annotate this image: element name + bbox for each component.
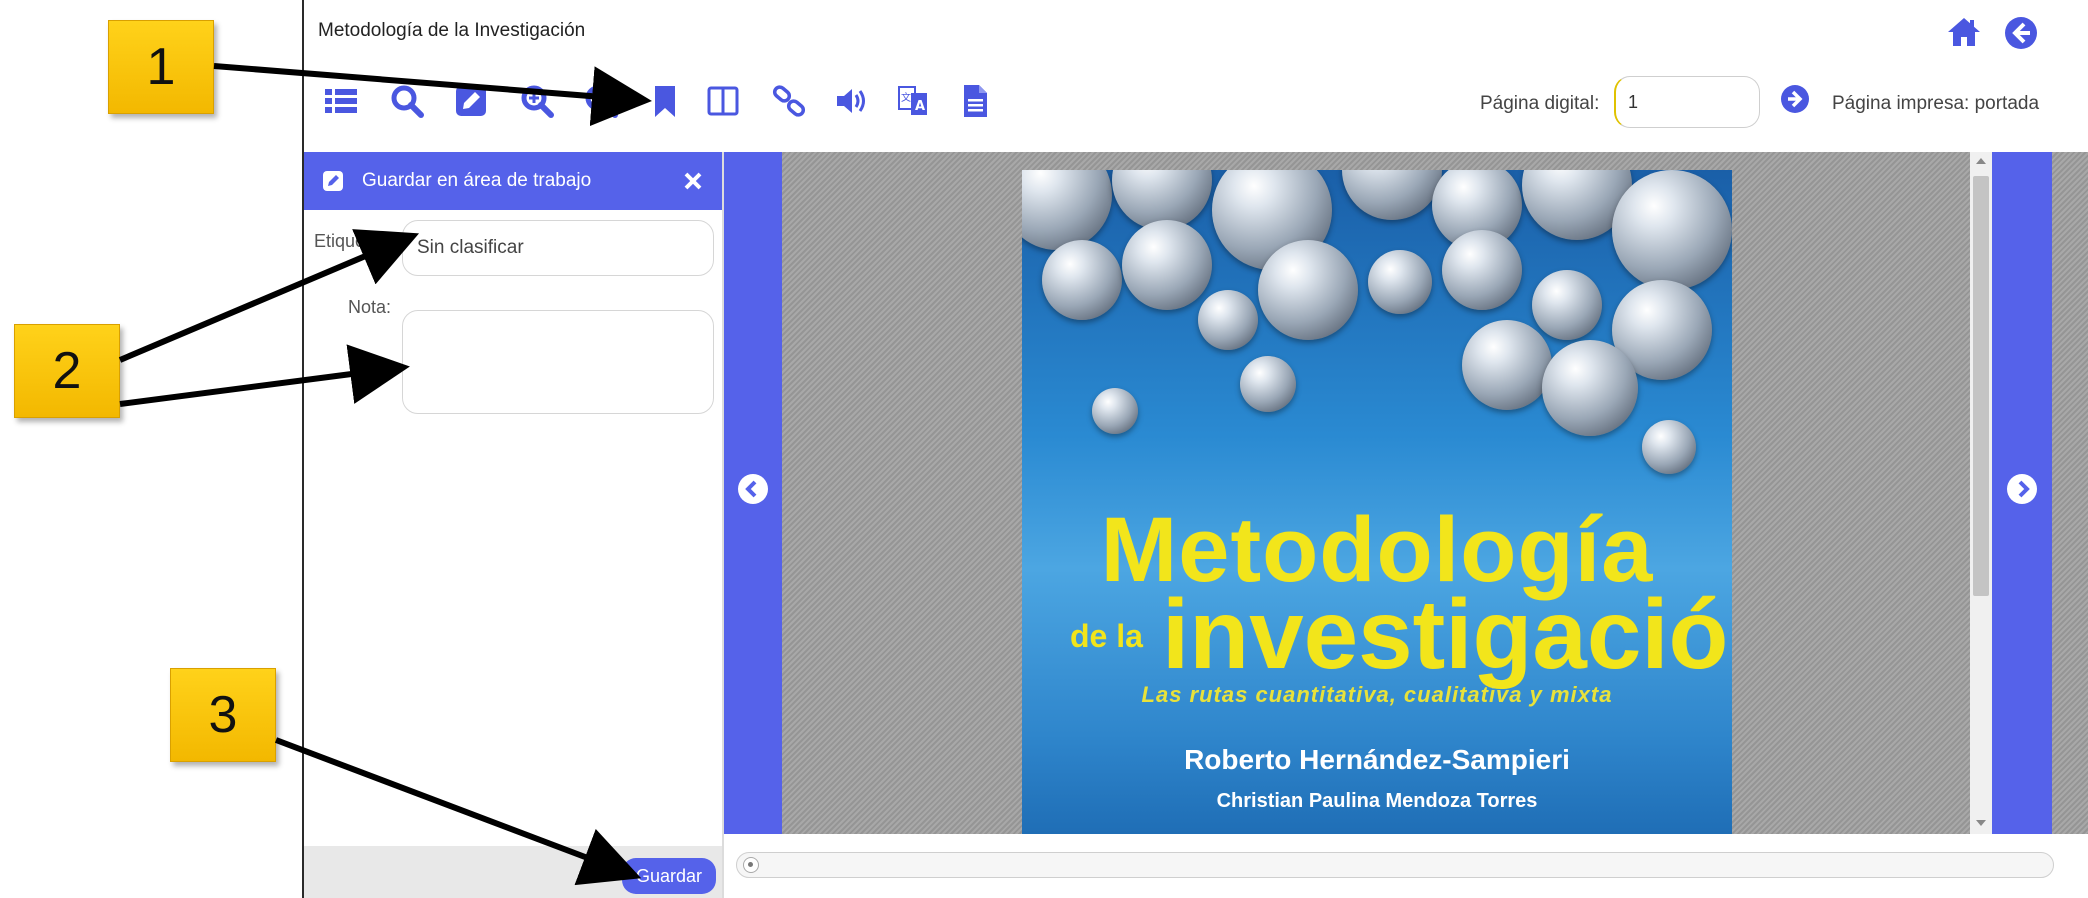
cover-bubble xyxy=(1240,356,1296,412)
next-page-button[interactable] xyxy=(1992,152,2052,834)
cover-bubble xyxy=(1368,250,1432,314)
edit-icon xyxy=(322,170,344,192)
digital-page-input[interactable] xyxy=(1614,76,1760,128)
callout-2: 2 xyxy=(14,324,120,418)
document-icon[interactable] xyxy=(954,80,996,122)
cover-bubble xyxy=(1092,388,1138,434)
cover-title-prefix: de la xyxy=(1070,618,1143,654)
edit-icon[interactable] xyxy=(450,80,492,122)
digital-page-label: Página digital: xyxy=(1480,93,1600,114)
etiqueta-label: Etiqueta: xyxy=(314,231,386,251)
bookmark-icon[interactable] xyxy=(644,80,686,122)
save-button[interactable]: Guardar xyxy=(622,858,716,894)
book-cover: Metodología de la investigación Las ruta… xyxy=(1022,170,1732,834)
cover-bubble xyxy=(1122,220,1212,310)
zoom-in-icon[interactable] xyxy=(516,80,558,122)
horizontal-scroll-area xyxy=(724,834,2088,898)
zoom-out-icon[interactable] xyxy=(580,80,622,122)
audio-icon[interactable] xyxy=(830,80,872,122)
cover-bubble xyxy=(1042,240,1122,320)
list-icon[interactable] xyxy=(320,80,362,122)
horizontal-scrollbar[interactable] xyxy=(736,852,2054,878)
etiqueta-input[interactable] xyxy=(402,220,714,276)
horizontal-scroll-knob[interactable] xyxy=(743,857,759,873)
vertical-scroll-thumb[interactable] xyxy=(1973,176,1989,596)
cover-bubble xyxy=(1258,240,1358,340)
callout-3: 3 xyxy=(170,668,276,762)
scroll-up-icon[interactable] xyxy=(1976,158,1986,164)
scroll-down-icon[interactable] xyxy=(1976,820,1986,826)
callout-1: 1 xyxy=(108,20,214,114)
go-page-icon[interactable] xyxy=(1780,84,1810,114)
search-icon[interactable] xyxy=(386,80,428,122)
back-icon[interactable] xyxy=(2004,16,2038,50)
cover-author: Roberto Hernández-Sampieri xyxy=(1184,744,1570,775)
cover-bubble xyxy=(1612,170,1732,290)
cover-title-line2: investigación xyxy=(1162,579,1732,689)
cover-bubble xyxy=(1342,170,1442,220)
cover-bubble xyxy=(1462,320,1552,410)
svg-text:文: 文 xyxy=(901,91,911,104)
cover-coauthor: Christian Paulina Mendoza Torres xyxy=(1216,790,1538,812)
prev-page-button[interactable] xyxy=(724,152,782,834)
printed-page-label: Página impresa: portada xyxy=(1832,93,2040,114)
chevron-left-icon xyxy=(738,474,768,504)
cover-subtitle: Las rutas cuantitativa, cualitativa y mi… xyxy=(1141,682,1613,707)
link-icon[interactable] xyxy=(768,80,810,122)
cover-bubble xyxy=(1542,340,1638,436)
document-title: Metodología de la Investigación xyxy=(318,20,586,41)
nota-textarea[interactable] xyxy=(402,310,714,414)
translate-icon[interactable]: A文 xyxy=(892,80,934,122)
reader-window: Metodología de la Investigación A文 Págin… xyxy=(302,0,2088,898)
cover-bubble xyxy=(1532,270,1602,340)
cover-bubble xyxy=(1642,420,1696,474)
nota-label: Nota: xyxy=(348,297,392,317)
cover-bubble xyxy=(1022,170,1112,250)
cover-bubble xyxy=(1442,230,1522,310)
cover-bubble xyxy=(1198,290,1258,350)
panel-title: Guardar en área de trabajo xyxy=(362,170,592,191)
chevron-right-icon xyxy=(2007,474,2037,504)
columns-icon[interactable] xyxy=(702,80,744,122)
close-icon[interactable] xyxy=(682,170,704,192)
svg-text:A: A xyxy=(915,99,925,114)
home-icon[interactable] xyxy=(1946,16,1982,48)
vertical-scrollbar[interactable] xyxy=(1970,152,1992,834)
panel-header: Guardar en área de trabajo xyxy=(304,152,722,210)
